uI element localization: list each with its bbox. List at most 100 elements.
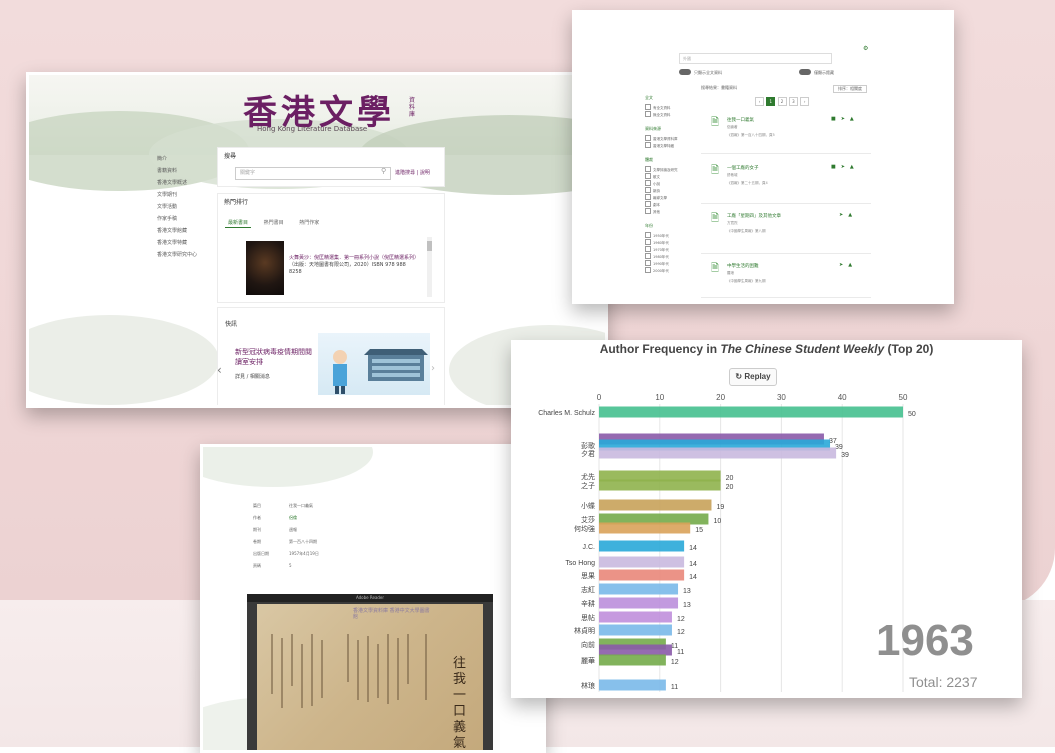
page-prev[interactable]: ‹ — [755, 97, 764, 106]
filter-checkbox[interactable]: 有全文資料 — [645, 104, 699, 111]
search-input[interactable]: 關鍵字 — [235, 167, 391, 180]
carousel-prev-icon[interactable]: ‹ — [217, 363, 222, 377]
book-title-link[interactable]: 火舞黃沙：倪匡精選集．第一冊系列小說（倪匡精選系列） — [289, 255, 419, 262]
nav-item[interactable]: 香港文學館藏 — [157, 227, 217, 239]
holdings-toggle[interactable] — [799, 69, 811, 75]
bar — [599, 479, 721, 491]
bar-value-label: 20 — [726, 475, 734, 482]
tab-popular-books[interactable]: 熱門書目 — [261, 219, 287, 227]
filter-checkbox[interactable]: 1970年代 — [645, 246, 699, 253]
result-source: 《週報》第二十五期，頁4 — [727, 181, 768, 185]
document-icon: 🗎 — [711, 213, 720, 224]
nav-item[interactable]: 香港文學研究中心 — [157, 251, 217, 263]
bar-label: 辛耕 — [581, 599, 595, 608]
book-info: 火舞黃沙：倪匡精選集．第一冊系列小說（倪匡精選系列） （出版：天地圖書有限公司，… — [289, 255, 419, 276]
filter-checkbox[interactable]: 其他 — [645, 208, 699, 215]
filter-checkbox[interactable]: 散文 — [645, 173, 699, 180]
search-icon[interactable]: ⚲ — [381, 167, 386, 175]
nav-item[interactable]: 文學活動 — [157, 203, 217, 215]
text-column — [407, 634, 409, 684]
filter-checkbox[interactable]: 1960年代 — [645, 239, 699, 246]
result-actions-icon[interactable]: ➤▲ — [839, 212, 857, 218]
author-link[interactable]: 侶倫 — [289, 515, 297, 521]
nav-item[interactable]: 文學期刊 — [157, 191, 217, 203]
nav-item[interactable]: 作家手稿 — [157, 215, 217, 227]
field-value: 5 — [289, 563, 292, 568]
filter-checkbox[interactable]: 香港文學特藏 — [645, 142, 699, 149]
text-column — [281, 638, 283, 708]
text-column — [311, 634, 313, 706]
bar — [599, 540, 685, 552]
result-actions-icon[interactable]: ■➤▲ — [831, 164, 859, 170]
field-label: 篇目 — [253, 503, 261, 508]
filter-checkbox[interactable]: 文學評論及研究 — [645, 166, 699, 173]
result-title[interactable]: 工廠「星期四」及其他文章 — [727, 213, 781, 219]
nav-item[interactable]: 香港文學特藏 — [157, 239, 217, 251]
settings-icon[interactable]: ⚙ — [863, 45, 868, 52]
filter-checkbox[interactable]: 報導文學 — [645, 194, 699, 201]
list-scrollbar[interactable] — [427, 237, 432, 297]
result-actions-icon[interactable]: ➤▲ — [839, 262, 857, 268]
bar-value-label: 12 — [677, 629, 685, 636]
x-tick-label: 10 — [655, 393, 664, 402]
bar-value-label: 14 — [689, 574, 697, 581]
filter-checkbox[interactable]: 1980年代 — [645, 253, 699, 260]
page-1[interactable]: 1 — [766, 97, 776, 106]
bar-label: J.C. — [583, 544, 596, 551]
book-cover-image[interactable] — [246, 241, 284, 295]
bar-value-label: 12 — [677, 616, 685, 623]
result-title[interactable]: 中學生活的困難 — [727, 263, 759, 269]
filter-checkbox[interactable]: 1950年代 — [645, 232, 699, 239]
result-author: 舒巷城 — [727, 173, 738, 177]
bar — [599, 597, 679, 609]
page-2[interactable]: 2 — [777, 97, 787, 106]
page-next[interactable]: › — [800, 97, 810, 106]
result-actions-icon[interactable]: ■➤▲ — [831, 116, 859, 122]
fulltext-toggle[interactable] — [679, 69, 691, 75]
sidebar-nav: 簡介 書籍資料 香港文學概述 文學期刊 文學活動 作家手稿 香港文學館藏 香港文… — [157, 155, 217, 263]
bar-label: 思帖 — [581, 613, 595, 622]
field-label: 作者 — [253, 515, 261, 520]
x-tick-label: 50 — [899, 393, 908, 402]
filter-checkbox[interactable]: 小說 — [645, 180, 699, 187]
advanced-search-link[interactable]: 進階搜尋 | 說明 — [395, 169, 430, 176]
bar — [599, 611, 672, 623]
scrollbar-thumb[interactable] — [427, 241, 432, 251]
bar-label: 之子 — [581, 481, 595, 490]
bar-label: 思果 — [581, 572, 595, 580]
bar-label: 小蝶 — [581, 501, 595, 510]
text-column — [321, 640, 323, 698]
filter-sidebar: 全文 有全文資料 無全文資料 資料來源 香港文學資料庫 香港文學特藏 體裁 文學… — [645, 87, 699, 274]
filter-checkbox[interactable]: 2000年代 — [645, 267, 699, 274]
pdf-viewer[interactable]: Adobe Reader 香港文學資料庫 香港中文大學圖書館 往我一口義氣 — [247, 594, 493, 750]
site-logo-seal: 資料庫 — [409, 97, 416, 118]
pdf-toolbar[interactable]: Adobe Reader — [247, 594, 493, 602]
search-input[interactable]: 外國 — [679, 53, 832, 64]
page-3[interactable]: 3 — [788, 97, 798, 106]
sort-select[interactable]: 排序：相關度 — [833, 85, 867, 93]
filter-checkbox[interactable]: 香港文學資料庫 — [645, 135, 699, 142]
document-icon: 🗎 — [711, 263, 720, 274]
filter-checkbox[interactable]: 無全文資料 — [645, 111, 699, 118]
mountain-shape — [203, 447, 373, 487]
news-headline-link[interactable]: 新型冠狀病毒疫情期間閱讀室安排 — [235, 347, 315, 367]
bar-value-label: 39 — [841, 452, 849, 459]
nav-item[interactable]: 書籍資料 — [157, 167, 217, 179]
tab-latest[interactable]: 最新書目 — [225, 219, 252, 228]
nav-item[interactable]: 香港文學概述 — [157, 179, 217, 191]
filter-checkbox[interactable]: 劇本 — [645, 201, 699, 208]
nav-item[interactable]: 簡介 — [157, 155, 217, 167]
filter-checkbox[interactable]: 1990年代 — [645, 260, 699, 267]
bar — [599, 624, 672, 636]
carousel-next-icon[interactable]: › — [431, 363, 435, 374]
text-column — [425, 634, 427, 700]
news-more-link[interactable]: 詳見 / 相關消息 — [235, 373, 270, 380]
filter-checkbox[interactable]: 新詩 — [645, 187, 699, 194]
result-title[interactable]: 往我一口義氣 — [727, 117, 754, 123]
search-heading: 搜尋 — [224, 153, 237, 160]
tab-popular-authors[interactable]: 熱門作家 — [296, 219, 322, 227]
x-tick-label: 20 — [716, 393, 725, 402]
text-column — [271, 634, 273, 694]
result-author: 侶倫著 — [727, 125, 738, 129]
result-title[interactable]: 一個工廠的女子 — [727, 165, 759, 171]
